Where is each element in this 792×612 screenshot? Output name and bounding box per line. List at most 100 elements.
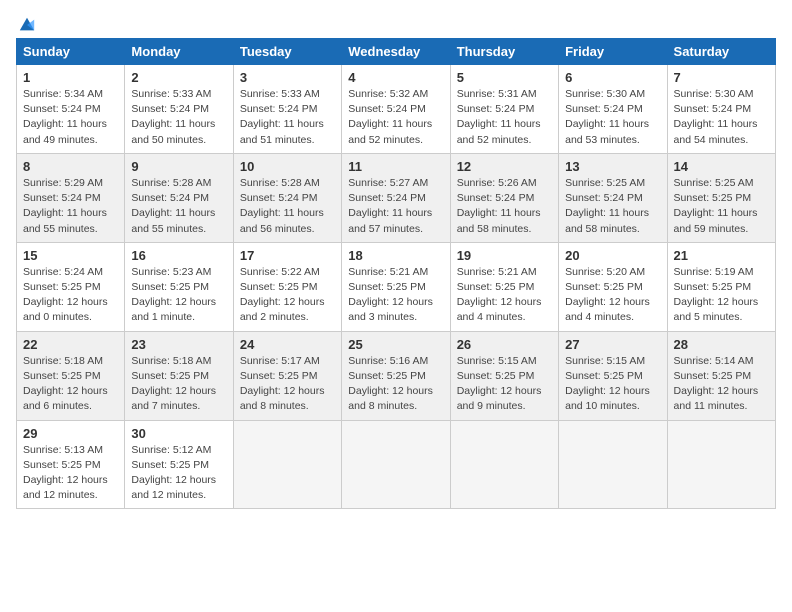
calendar-cell: 4 Sunrise: 5:32 AMSunset: 5:24 PMDaylight… — [342, 65, 450, 154]
day-number: 28 — [674, 337, 769, 352]
day-info: Sunrise: 5:33 AMSunset: 5:24 PMDaylight:… — [131, 87, 226, 148]
day-info: Sunrise: 5:16 AMSunset: 5:25 PMDaylight:… — [348, 354, 443, 415]
calendar-cell: 25 Sunrise: 5:16 AMSunset: 5:25 PMDayligh… — [342, 331, 450, 420]
calendar-cell: 8 Sunrise: 5:29 AMSunset: 5:24 PMDaylight… — [17, 153, 125, 242]
calendar-cell: 3Sunrise: 5:33 AMSunset: 5:24 PMDaylight… — [233, 65, 341, 154]
day-number: 16 — [131, 248, 226, 263]
day-info: Sunrise: 5:28 AMSunset: 5:24 PMDaylight:… — [240, 176, 335, 237]
calendar-cell: 13 Sunrise: 5:25 AMSunset: 5:24 PMDayligh… — [559, 153, 667, 242]
calendar-cell: 9 Sunrise: 5:28 AMSunset: 5:24 PMDaylight… — [125, 153, 233, 242]
day-number: 20 — [565, 248, 660, 263]
day-number: 24 — [240, 337, 335, 352]
day-number: 13 — [565, 159, 660, 174]
day-info: Sunrise: 5:15 AMSunset: 5:25 PMDaylight:… — [565, 354, 660, 415]
calendar-cell: 16 Sunrise: 5:23 AMSunset: 5:25 PMDayligh… — [125, 242, 233, 331]
calendar-cell: 20 Sunrise: 5:20 AMSunset: 5:25 PMDayligh… — [559, 242, 667, 331]
calendar-week-row: 22 Sunrise: 5:18 AMSunset: 5:25 PMDayligh… — [17, 331, 776, 420]
day-info: Sunrise: 5:25 AMSunset: 5:25 PMDaylight:… — [674, 176, 769, 237]
calendar-cell: 22 Sunrise: 5:18 AMSunset: 5:25 PMDayligh… — [17, 331, 125, 420]
day-number: 9 — [131, 159, 226, 174]
logo-icon — [18, 16, 36, 34]
calendar-cell — [667, 420, 775, 509]
calendar-week-row: 29 Sunrise: 5:13 AMSunset: 5:25 PMDayligh… — [17, 420, 776, 509]
day-number: 30 — [131, 426, 226, 441]
day-number: 27 — [565, 337, 660, 352]
day-info: Sunrise: 5:13 AMSunset: 5:25 PMDaylight:… — [23, 443, 118, 504]
calendar-cell: 10 Sunrise: 5:28 AMSunset: 5:24 PMDayligh… — [233, 153, 341, 242]
day-number: 19 — [457, 248, 552, 263]
day-number: 26 — [457, 337, 552, 352]
day-info: Sunrise: 5:30 AMSunset: 5:24 PMDaylight:… — [674, 87, 769, 148]
day-info: Sunrise: 5:21 AMSunset: 5:25 PMDaylight:… — [348, 265, 443, 326]
calendar-cell — [450, 420, 558, 509]
calendar-cell: 28 Sunrise: 5:14 AMSunset: 5:25 PMDayligh… — [667, 331, 775, 420]
weekday-header-monday: Monday — [125, 39, 233, 65]
day-number: 23 — [131, 337, 226, 352]
weekday-header-sunday: Sunday — [17, 39, 125, 65]
day-number: 10 — [240, 159, 335, 174]
calendar-cell: 1Sunrise: 5:34 AMSunset: 5:24 PMDaylight… — [17, 65, 125, 154]
day-info: Sunrise: 5:27 AMSunset: 5:24 PMDaylight:… — [348, 176, 443, 237]
calendar-week-row: 8 Sunrise: 5:29 AMSunset: 5:24 PMDaylight… — [17, 153, 776, 242]
calendar-cell: 27 Sunrise: 5:15 AMSunset: 5:25 PMDayligh… — [559, 331, 667, 420]
day-info: Sunrise: 5:29 AMSunset: 5:24 PMDaylight:… — [23, 176, 118, 237]
calendar-cell: 30 Sunrise: 5:12 AMSunset: 5:25 PMDayligh… — [125, 420, 233, 509]
calendar-cell: 2 Sunrise: 5:33 AMSunset: 5:24 PMDaylight… — [125, 65, 233, 154]
day-number: 25 — [348, 337, 443, 352]
weekday-header-friday: Friday — [559, 39, 667, 65]
day-number: 1 — [23, 70, 118, 85]
calendar-week-row: 1Sunrise: 5:34 AMSunset: 5:24 PMDaylight… — [17, 65, 776, 154]
day-info: Sunrise: 5:26 AMSunset: 5:24 PMDaylight:… — [457, 176, 552, 237]
day-info: Sunrise: 5:17 AMSunset: 5:25 PMDaylight:… — [240, 354, 335, 415]
calendar-cell: 24 Sunrise: 5:17 AMSunset: 5:25 PMDayligh… — [233, 331, 341, 420]
day-info: Sunrise: 5:28 AMSunset: 5:24 PMDaylight:… — [131, 176, 226, 237]
calendar-cell: 5 Sunrise: 5:31 AMSunset: 5:24 PMDaylight… — [450, 65, 558, 154]
calendar-cell: 14 Sunrise: 5:25 AMSunset: 5:25 PMDayligh… — [667, 153, 775, 242]
day-number: 2 — [131, 70, 226, 85]
day-info: Sunrise: 5:31 AMSunset: 5:24 PMDaylight:… — [457, 87, 552, 148]
calendar-cell — [342, 420, 450, 509]
day-number: 8 — [23, 159, 118, 174]
day-number: 22 — [23, 337, 118, 352]
day-number: 29 — [23, 426, 118, 441]
day-info: Sunrise: 5:18 AMSunset: 5:25 PMDaylight:… — [23, 354, 118, 415]
calendar-cell: 11 Sunrise: 5:27 AMSunset: 5:24 PMDayligh… — [342, 153, 450, 242]
calendar-cell: 7 Sunrise: 5:30 AMSunset: 5:24 PMDaylight… — [667, 65, 775, 154]
calendar-cell: 26 Sunrise: 5:15 AMSunset: 5:25 PMDayligh… — [450, 331, 558, 420]
page-header — [16, 16, 776, 30]
day-number: 4 — [348, 70, 443, 85]
day-info: Sunrise: 5:30 AMSunset: 5:24 PMDaylight:… — [565, 87, 660, 148]
day-info: Sunrise: 5:19 AMSunset: 5:25 PMDaylight:… — [674, 265, 769, 326]
day-info: Sunrise: 5:24 AMSunset: 5:25 PMDaylight:… — [23, 265, 118, 326]
weekday-header-thursday: Thursday — [450, 39, 558, 65]
calendar-header-row: SundayMondayTuesdayWednesdayThursdayFrid… — [17, 39, 776, 65]
calendar-cell: 18 Sunrise: 5:21 AMSunset: 5:25 PMDayligh… — [342, 242, 450, 331]
day-info: Sunrise: 5:20 AMSunset: 5:25 PMDaylight:… — [565, 265, 660, 326]
day-info: Sunrise: 5:22 AMSunset: 5:25 PMDaylight:… — [240, 265, 335, 326]
calendar-cell — [233, 420, 341, 509]
day-number: 6 — [565, 70, 660, 85]
day-number: 12 — [457, 159, 552, 174]
day-info: Sunrise: 5:33 AMSunset: 5:24 PMDaylight:… — [240, 87, 335, 148]
calendar-cell: 6 Sunrise: 5:30 AMSunset: 5:24 PMDaylight… — [559, 65, 667, 154]
day-info: Sunrise: 5:25 AMSunset: 5:24 PMDaylight:… — [565, 176, 660, 237]
day-info: Sunrise: 5:23 AMSunset: 5:25 PMDaylight:… — [131, 265, 226, 326]
day-info: Sunrise: 5:15 AMSunset: 5:25 PMDaylight:… — [457, 354, 552, 415]
day-info: Sunrise: 5:14 AMSunset: 5:25 PMDaylight:… — [674, 354, 769, 415]
weekday-header-wednesday: Wednesday — [342, 39, 450, 65]
calendar-table: SundayMondayTuesdayWednesdayThursdayFrid… — [16, 38, 776, 509]
day-number: 14 — [674, 159, 769, 174]
day-number: 17 — [240, 248, 335, 263]
day-number: 7 — [674, 70, 769, 85]
day-number: 18 — [348, 248, 443, 263]
calendar-cell: 29 Sunrise: 5:13 AMSunset: 5:25 PMDayligh… — [17, 420, 125, 509]
day-info: Sunrise: 5:18 AMSunset: 5:25 PMDaylight:… — [131, 354, 226, 415]
calendar-cell — [559, 420, 667, 509]
day-info: Sunrise: 5:12 AMSunset: 5:25 PMDaylight:… — [131, 443, 226, 504]
calendar-cell: 17 Sunrise: 5:22 AMSunset: 5:25 PMDayligh… — [233, 242, 341, 331]
day-number: 15 — [23, 248, 118, 263]
day-info: Sunrise: 5:32 AMSunset: 5:24 PMDaylight:… — [348, 87, 443, 148]
day-number: 11 — [348, 159, 443, 174]
day-number: 5 — [457, 70, 552, 85]
calendar-cell: 19Sunrise: 5:21 AMSunset: 5:25 PMDayligh… — [450, 242, 558, 331]
